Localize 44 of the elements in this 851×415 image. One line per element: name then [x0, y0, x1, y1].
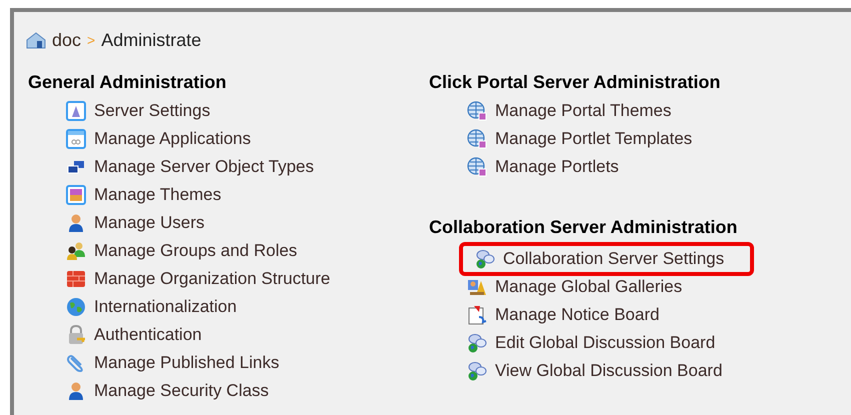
- gallery-icon: [467, 277, 487, 297]
- chat-globe-icon: [475, 249, 495, 269]
- admin-link[interactable]: Manage Themes: [66, 181, 429, 209]
- admin-link[interactable]: Internationalization: [66, 293, 429, 321]
- breadcrumb-separator: >: [87, 30, 96, 50]
- admin-link[interactable]: Manage Portlet Templates: [467, 125, 849, 153]
- chat-globe-icon: [467, 333, 487, 353]
- users-icon: [66, 241, 86, 261]
- user-icon: [66, 213, 86, 233]
- web-globe-icon: [467, 129, 487, 149]
- breadcrumb-link[interactable]: doc: [52, 26, 82, 54]
- home-icon[interactable]: [26, 31, 46, 49]
- admin-link[interactable]: Authentication: [66, 321, 429, 349]
- admin-link[interactable]: View Global Discussion Board: [467, 357, 849, 385]
- section-heading: General Administration: [28, 71, 228, 94]
- admin-link[interactable]: Manage Security Class: [66, 377, 429, 405]
- admin-link[interactable]: Edit Global Discussion Board: [467, 329, 849, 357]
- user-icon: [66, 381, 86, 401]
- admin-link[interactable]: Manage Notice Board: [467, 301, 849, 329]
- chat-globe-icon: [467, 361, 487, 381]
- web-globe-icon: [467, 101, 487, 121]
- admin-link[interactable]: Manage Global Galleries: [467, 273, 849, 301]
- padlock-key-icon: [66, 325, 86, 345]
- admin-link[interactable]: Manage Applications: [66, 125, 429, 153]
- paperclip-icon: [66, 353, 86, 373]
- globe-icon: [66, 297, 86, 317]
- notice-page-icon: [467, 305, 487, 325]
- section-heading: Collaboration Server Administration: [429, 216, 738, 239]
- palette-window-icon: [66, 185, 86, 205]
- admin-link[interactable]: Manage Portlets: [467, 153, 849, 181]
- web-globe-icon: [467, 157, 487, 177]
- admin-link[interactable]: Manage Groups and Roles: [66, 237, 429, 265]
- admin-link[interactable]: Manage Portal Themes: [467, 97, 849, 125]
- section-heading: Click Portal Server Administration: [429, 71, 722, 94]
- window-icon: [66, 101, 86, 121]
- admin-link[interactable]: Manage Published Links: [66, 349, 429, 377]
- admin-link[interactable]: Manage Organization Structure: [66, 265, 429, 293]
- admin-link[interactable]: Manage Users: [66, 209, 429, 237]
- app-window-icon: [66, 129, 86, 149]
- admin-link[interactable]: Collaboration Server Settings: [459, 242, 754, 276]
- brick-wall-icon: [66, 269, 86, 289]
- admin-link[interactable]: Manage Server Object Types: [66, 153, 429, 181]
- breadcrumb-current: Administrate: [101, 28, 202, 52]
- admin-link[interactable]: Server Settings: [66, 97, 429, 125]
